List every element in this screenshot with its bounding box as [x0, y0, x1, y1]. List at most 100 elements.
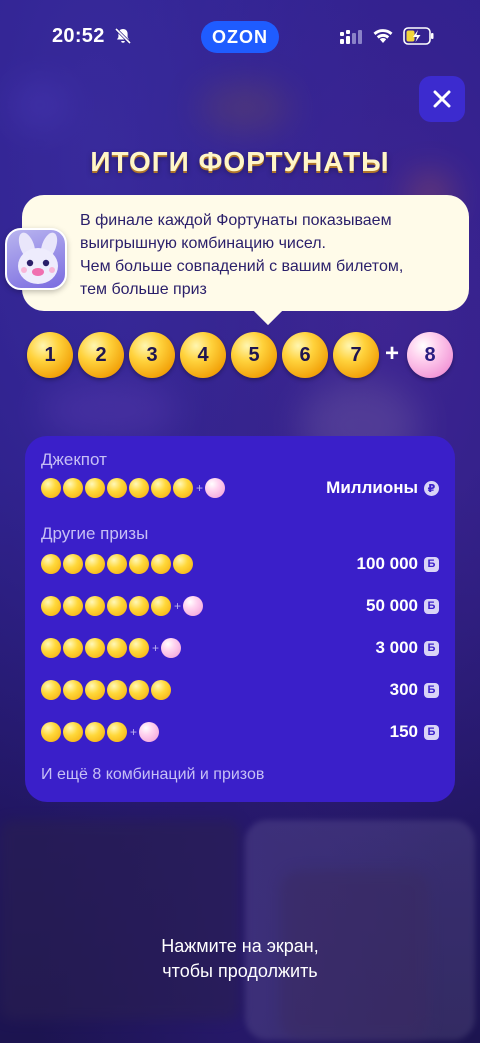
gold-ball-dot — [41, 478, 61, 498]
wifi-icon — [373, 29, 393, 43]
info-bubble: В финале каждой Фортунаты показываем выи… — [22, 195, 469, 311]
tap-to-continue-hint[interactable]: Нажмите на экран, чтобы продолжить — [0, 934, 480, 984]
jackpot-label: Джекпот — [41, 450, 107, 469]
gold-ball-dot — [85, 680, 105, 700]
gold-ball-dot — [151, 596, 171, 616]
prize-row: + 50 000 Б — [41, 595, 439, 617]
prize-value: 3 000 Б — [375, 637, 439, 659]
number-ball: 5 — [231, 332, 277, 378]
points-coin-icon: Б — [424, 556, 439, 572]
gold-ball-dot — [63, 722, 83, 742]
gold-ball-dot — [41, 680, 61, 700]
ozon-badge-label: OZON — [212, 26, 268, 47]
hint-line: чтобы продолжить — [162, 961, 318, 981]
gold-ball-dot — [85, 596, 105, 616]
gold-ball-dot — [85, 638, 105, 658]
info-text: В финале каждой Фортунаты показываем выи… — [80, 209, 453, 301]
prize-row: 300 Б — [41, 679, 439, 701]
gold-ball-dot — [85, 722, 105, 742]
prize-amount: 300 — [389, 680, 418, 699]
plus-sign: + — [130, 725, 138, 739]
gold-ball-dot — [63, 478, 83, 498]
bonus-ball-dot — [205, 478, 226, 498]
hint-line: Нажмите на экран, — [161, 936, 319, 956]
bunny-mascot-icon — [5, 228, 67, 290]
combination-dots: + — [41, 477, 226, 499]
gold-ball-dot — [151, 554, 171, 574]
prize-amount: 3 000 — [375, 638, 418, 657]
points-coin-icon: Б — [424, 640, 439, 656]
prize-value: 300 Б — [390, 679, 439, 701]
number-ball: 6 — [282, 332, 328, 378]
info-line: тем больше приз — [80, 281, 207, 298]
number-ball: 4 — [180, 332, 226, 378]
gold-ball-dot — [107, 554, 127, 574]
gold-ball-dot — [129, 554, 149, 574]
points-coin-icon: Б — [424, 682, 439, 698]
plus-sign: + — [174, 599, 182, 613]
status-time: 20:52 — [52, 25, 105, 47]
gold-ball-dot — [41, 638, 61, 658]
gold-ball-dot — [63, 554, 83, 574]
gold-ball-dot — [107, 596, 127, 616]
prize-value: Миллионы ₽ — [326, 477, 439, 499]
gold-ball-dot — [107, 638, 127, 658]
gold-ball-dot — [173, 554, 193, 574]
ruble-coin-icon: ₽ — [424, 480, 439, 496]
winning-combination: 1 2 3 4 5 6 7 + 8 — [27, 332, 457, 380]
gold-ball-dot — [129, 638, 149, 658]
number-ball: 3 — [129, 332, 175, 378]
number-ball: 2 — [78, 332, 124, 378]
gold-ball-dot — [129, 478, 149, 498]
gold-ball-dot — [173, 478, 193, 498]
gold-ball-dot — [63, 596, 83, 616]
prize-row-jackpot: + Миллионы ₽ — [41, 477, 439, 499]
number-ball: 7 — [333, 332, 379, 378]
plus-sign: + — [196, 481, 204, 495]
gold-ball-dot — [41, 596, 61, 616]
combination-dots: + — [41, 721, 160, 743]
gold-ball-dot — [129, 596, 149, 616]
bell-muted-icon — [114, 27, 132, 45]
bonus-ball-dot — [183, 596, 204, 616]
gold-ball-dot — [85, 478, 105, 498]
prize-value: 50 000 Б — [366, 595, 439, 617]
combination-dots: + — [41, 637, 182, 659]
points-coin-icon: Б — [424, 724, 439, 740]
combination-dots — [41, 679, 173, 701]
info-line: В финале каждой Фортунаты показываем — [80, 212, 392, 229]
gold-ball-dot — [151, 680, 171, 700]
prize-row: 100 000 Б — [41, 553, 439, 575]
info-line: выигрышную комбинацию чисел. — [80, 235, 326, 252]
prizes-card: Джекпот + Миллионы ₽ Другие призы 100 00… — [25, 436, 455, 802]
number-ball: 1 — [27, 332, 73, 378]
battery-charging-icon — [403, 27, 434, 45]
bonus-ball-dot — [139, 722, 160, 742]
status-bar: 20:52 OZON — [0, 0, 480, 70]
more-combinations-link[interactable]: И ещё 8 комбинаций и призов — [41, 766, 264, 784]
gold-ball-dot — [107, 680, 127, 700]
prize-amount: 100 000 — [356, 554, 418, 573]
other-prizes-label: Другие призы — [41, 524, 149, 543]
gold-ball-dot — [41, 722, 61, 742]
gold-ball-dot — [85, 554, 105, 574]
close-button[interactable] — [419, 76, 465, 122]
cellular-signal-icon — [340, 30, 362, 44]
prize-value: 100 000 Б — [357, 553, 439, 575]
combination-dots: + — [41, 595, 204, 617]
gold-ball-dot — [63, 680, 83, 700]
plus-sign: + — [385, 340, 400, 367]
gold-ball-dot — [107, 722, 127, 742]
prize-row: + 3 000 Б — [41, 637, 439, 659]
prize-row: + 150 Б — [41, 721, 439, 743]
points-coin-icon: Б — [424, 598, 439, 614]
prize-value: 150 Б — [390, 721, 439, 743]
gold-ball-dot — [151, 478, 171, 498]
gold-ball-dot — [63, 638, 83, 658]
gold-ball-dot — [129, 680, 149, 700]
close-icon — [433, 90, 451, 108]
prize-amount: 50 000 — [366, 596, 418, 615]
bonus-ball: 8 — [407, 332, 453, 378]
ozon-badge[interactable]: OZON — [201, 21, 279, 53]
gold-ball-dot — [41, 554, 61, 574]
